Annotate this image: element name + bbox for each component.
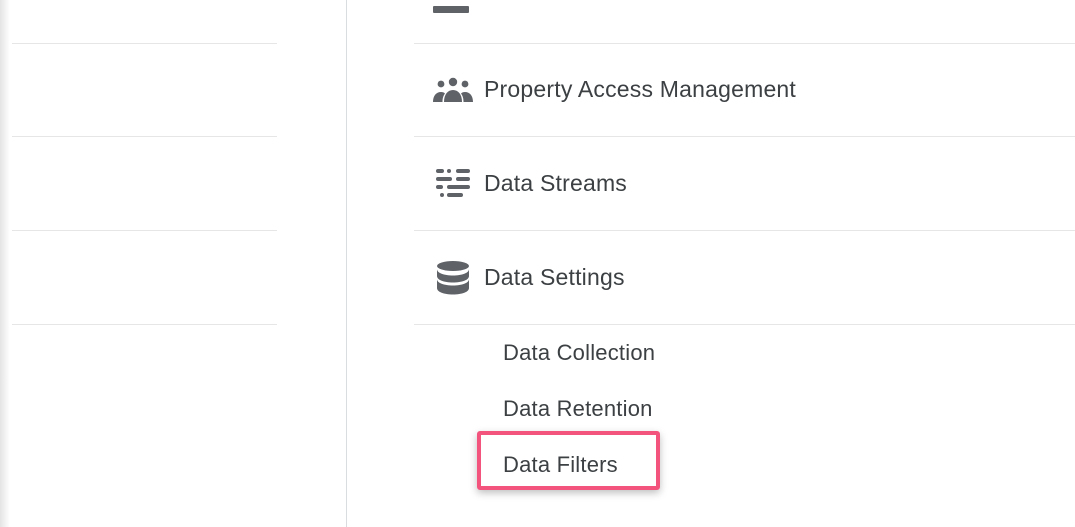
menu-item-data-settings[interactable]: Data Settings	[414, 231, 1075, 324]
menu-item-data-streams[interactable]: Data Streams	[414, 137, 1075, 230]
left-row-divider	[12, 43, 277, 44]
menu-item-label: Data Streams	[484, 170, 628, 196]
admin-panel: Property Access Management Data Streams	[0, 0, 1075, 527]
data-streams-icon	[430, 166, 476, 202]
people-icon	[430, 72, 476, 108]
submenu-item-data-retention[interactable]: Data Retention	[503, 396, 653, 422]
menu-item-label: Property Access Management	[484, 76, 797, 102]
menu-item-label: Data Settings	[484, 264, 625, 290]
left-row-divider	[12, 324, 277, 325]
menu-item-property-access-management[interactable]: Property Access Management	[414, 43, 1075, 136]
highlight-annotation-box	[477, 431, 660, 490]
submenu-item-data-collection[interactable]: Data Collection	[503, 340, 655, 366]
right-row-divider	[414, 324, 1075, 325]
column-separator	[346, 0, 347, 527]
left-row-divider	[12, 136, 277, 137]
left-card-edge	[0, 0, 10, 527]
partial-menu-icon	[433, 6, 469, 13]
database-icon	[430, 260, 476, 296]
left-row-divider	[12, 230, 277, 231]
